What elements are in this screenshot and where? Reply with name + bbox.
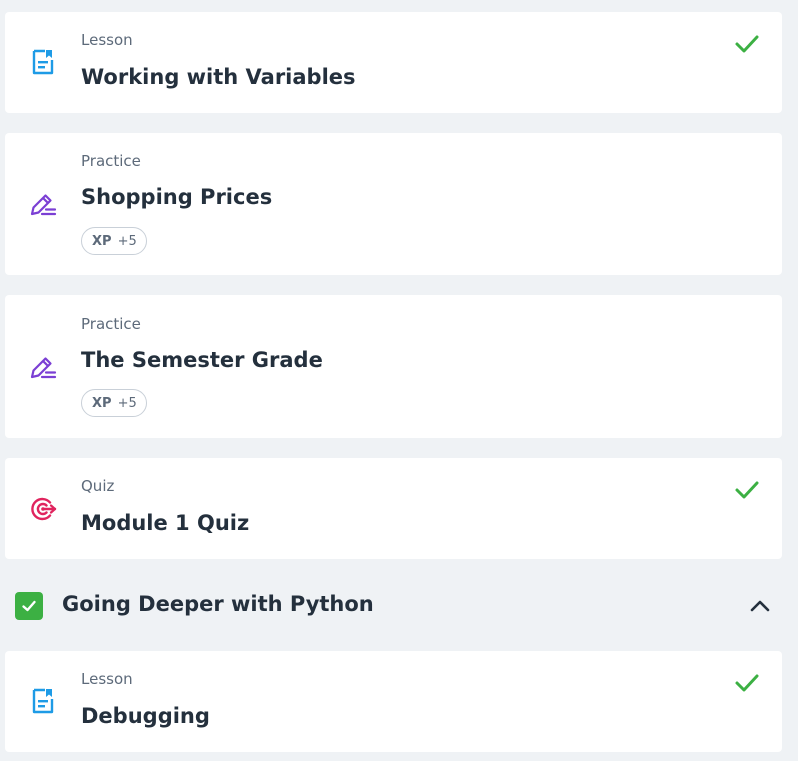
completed-check-icon [732,29,762,59]
completed-check-icon [732,668,762,698]
completed-check-icon [732,475,762,505]
lesson-document-icon [29,48,57,76]
lesson-card[interactable]: Lesson Working with Variables [5,12,782,113]
practice-pencil-icon [29,353,57,381]
item-title[interactable]: Module 1 Quiz [81,513,249,534]
item-type-label: Lesson [81,31,133,49]
item-type-label: Practice [81,315,141,333]
quiz-card[interactable]: Quiz Module 1 Quiz [5,458,782,559]
item-title[interactable]: Shopping Prices [81,187,272,208]
item-title[interactable]: Debugging [81,706,210,727]
item-type-label: Quiz [81,477,115,495]
practice-card[interactable]: Practice The Semester Grade XP +5 [5,295,782,438]
module-section-header[interactable]: Going Deeper with Python [0,584,798,626]
practice-pencil-icon [29,190,57,218]
item-title[interactable]: Working with Variables [81,67,356,88]
quiz-target-icon [29,495,57,523]
xp-label: XP [92,395,112,411]
section-title: Going Deeper with Python [62,592,374,616]
section-complete-checkbox [15,592,43,620]
lesson-card[interactable]: Lesson Debugging [5,651,782,752]
lesson-document-icon [29,687,57,715]
xp-label: XP [92,233,112,249]
item-type-label: Lesson [81,670,133,688]
item-title[interactable]: The Semester Grade [81,350,323,371]
item-type-label: Practice [81,152,141,170]
xp-badge: XP +5 [81,389,147,417]
xp-value: +5 [117,233,137,249]
xp-badge: XP +5 [81,227,147,255]
chevron-up-icon[interactable] [746,592,774,620]
xp-value: +5 [117,395,137,411]
practice-card[interactable]: Practice Shopping Prices XP +5 [5,133,782,275]
